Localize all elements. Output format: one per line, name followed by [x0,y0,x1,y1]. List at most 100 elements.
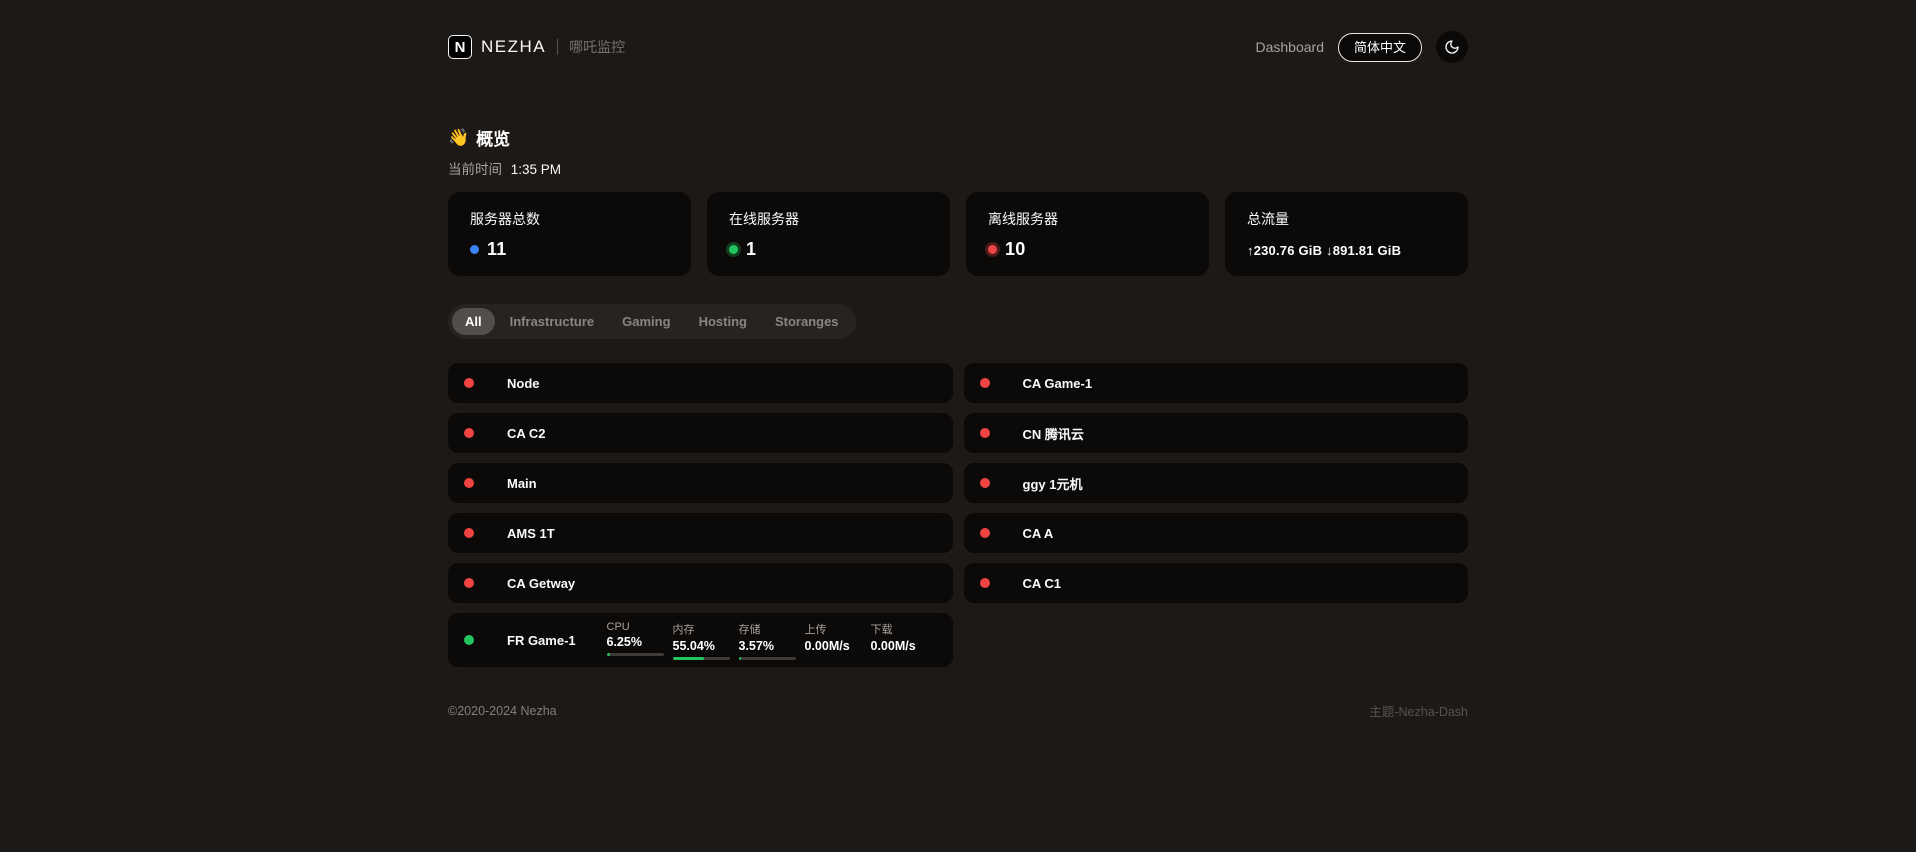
server-row[interactable]: FR Game-1 CPU 6.25% 内存 55.04% 存储 3.57% 上… [448,613,953,667]
server-metric: 内存 55.04% [673,621,737,660]
server-column-right: CA Game-1 CN 腾讯云 ggy 1元机 CA A CA C1 [964,363,1469,603]
metric-progress-bar [673,657,730,660]
server-name: Main [507,476,537,491]
metric-progress-fill [607,653,611,656]
stat-card-grid: 服务器总数 11 在线服务器 1 离线服务器 10 总流量 ↑230.76 Gi… [448,192,1468,276]
stat-card: 离线服务器 10 [966,192,1209,276]
metric-value: 6.25% [607,635,671,649]
stat-status-dot [988,245,997,254]
server-name: ggy 1元机 [1023,474,1083,493]
server-metric: 上传 0.00M/s [805,621,869,660]
metric-label: 内存 [673,621,737,637]
metric-progress-bar [607,653,664,656]
server-row[interactable]: CA Game-1 [964,363,1469,403]
server-status-dot [980,528,990,538]
page-container: N NEZHA 哪吒监控 Dashboard 简体中文 👋 概览 当前时间 1:… [448,0,1468,720]
server-metrics-strip: CPU 6.25% 内存 55.04% 存储 3.57% 上传 0.00M/s … [607,621,937,660]
metric-progress-fill [739,657,741,660]
wave-emoji: 👋 [448,128,469,148]
stat-card-label: 总流量 [1247,209,1446,229]
metric-progress-bar [739,657,796,660]
logo-letter: N [455,39,466,56]
metric-label: 存储 [739,621,803,637]
stat-card: 总流量 ↑230.76 GiB ↓891.81 GiB [1225,192,1468,276]
server-status-dot [464,428,474,438]
tab-hosting[interactable]: Hosting [686,308,760,335]
metric-label: 上传 [805,621,869,637]
tab-all[interactable]: All [452,308,495,335]
stat-status-dot [729,245,738,254]
server-row[interactable]: CA C1 [964,563,1469,603]
server-name: Node [507,376,540,391]
tab-gaming[interactable]: Gaming [609,308,683,335]
server-grid: Node CA C2 Main AMS 1T CA Getway FR Game… [448,363,1468,667]
stat-card-value: 1 [746,239,756,260]
stat-card-value-row: 10 [988,239,1187,260]
metric-value: 55.04% [673,639,737,653]
server-status-dot [464,578,474,588]
metric-value: 3.57% [739,639,803,653]
server-status-dot [464,528,474,538]
server-status-dot [980,378,990,388]
server-name: CN 腾讯云 [1023,424,1084,443]
stat-card-value: ↑230.76 GiB ↓891.81 GiB [1247,243,1401,258]
server-name: CA C2 [507,426,546,441]
server-row[interactable]: Node [448,363,953,403]
server-status-dot [464,478,474,488]
stat-card-value-row: 11 [470,239,669,260]
server-name: CA Game-1 [1023,376,1093,391]
brand-home-link[interactable]: N NEZHA 哪吒监控 [448,35,625,59]
metric-label: CPU [607,621,671,633]
theme-toggle-button[interactable] [1436,31,1468,63]
server-status-dot [464,635,474,645]
footer: ©2020-2024 Nezha 主题-Nezha-Dash [448,701,1468,720]
stat-card: 在线服务器 1 [707,192,950,276]
theme-credit-link[interactable]: 主题-Nezha-Dash [1369,701,1468,720]
stat-card-label: 离线服务器 [988,209,1187,229]
brand-divider [557,39,558,55]
stat-card-value-row: ↑230.76 GiB ↓891.81 GiB [1247,239,1446,258]
stat-card-value-row: 1 [729,239,928,260]
brand-subtitle: 哪吒监控 [569,37,625,57]
server-name: CA Getway [507,576,575,591]
language-button[interactable]: 简体中文 [1338,33,1422,62]
stat-card-value: 11 [487,239,506,260]
server-status-dot [980,578,990,588]
current-time-value: 1:35 PM [511,162,561,177]
server-row[interactable]: Main [448,463,953,503]
server-row[interactable]: AMS 1T [448,513,953,553]
tab-storanges[interactable]: Storanges [762,308,852,335]
tab-infrastructure[interactable]: Infrastructure [497,308,608,335]
n-letter-logo-icon: N [448,35,472,59]
server-name: AMS 1T [507,526,555,541]
stat-card-value: 10 [1005,239,1025,260]
server-column-left: Node CA C2 Main AMS 1T CA Getway FR Game… [448,363,953,667]
metric-progress-fill [673,657,704,660]
server-status-dot [980,428,990,438]
current-time-label: 当前时间 [448,162,502,177]
overview-title-text: 概览 [476,125,510,150]
current-time-row: 当前时间 1:35 PM [448,158,1468,178]
server-row[interactable]: ggy 1元机 [964,463,1469,503]
server-row[interactable]: CA A [964,513,1469,553]
server-row[interactable]: CA Getway [448,563,953,603]
server-metric: 存储 3.57% [739,621,803,660]
server-row[interactable]: CN 腾讯云 [964,413,1469,453]
server-status-dot [980,478,990,488]
stat-status-dot [470,245,479,254]
header: N NEZHA 哪吒监控 Dashboard 简体中文 [448,0,1468,65]
server-metric: 下载 0.00M/s [871,621,935,660]
server-name: CA A [1023,526,1054,541]
brand-name: NEZHA [481,37,546,57]
dashboard-link[interactable]: Dashboard [1255,39,1324,55]
stat-card-label: 服务器总数 [470,209,669,229]
server-status-dot [464,378,474,388]
server-name: CA C1 [1023,576,1062,591]
metric-value: 0.00M/s [871,639,935,653]
metric-value: 0.00M/s [805,639,869,653]
header-nav: Dashboard 简体中文 [1255,31,1468,63]
page-title: 👋 概览 [448,125,1468,150]
server-row[interactable]: CA C2 [448,413,953,453]
stat-card-label: 在线服务器 [729,209,928,229]
moon-icon [1444,39,1460,55]
